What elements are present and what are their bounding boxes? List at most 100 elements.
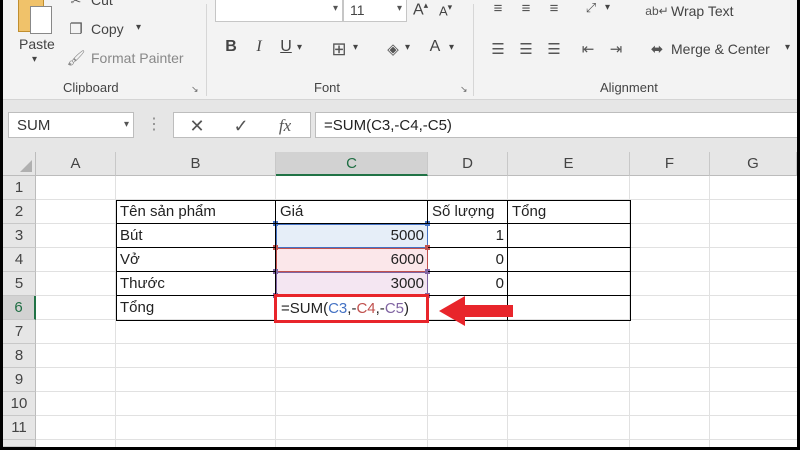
gridline xyxy=(36,343,797,344)
paste-button[interactable]: Paste xyxy=(19,36,55,52)
cut-icon[interactable]: ✂ xyxy=(67,0,85,8)
gridline xyxy=(36,415,797,416)
row-header-2[interactable]: 2 xyxy=(3,200,36,224)
italic-button[interactable]: I xyxy=(251,38,267,62)
clipboard-launcher-icon[interactable]: ↘ xyxy=(191,84,199,95)
cell-b2[interactable]: Tên sản phẩm xyxy=(116,200,276,224)
cell-b5[interactable]: Thước xyxy=(116,272,276,296)
cell-d3[interactable]: 1 xyxy=(428,224,508,248)
font-name-input[interactable]: ▾ xyxy=(215,0,343,22)
align-right-icon[interactable]: ☰ xyxy=(545,40,563,58)
copy-dropdown-icon[interactable]: ▾ xyxy=(136,22,141,33)
column-header-d[interactable]: D xyxy=(428,152,508,176)
chevron-down-icon: ▾ xyxy=(332,3,338,14)
enter-icon[interactable]: ✓ xyxy=(230,115,252,137)
wrap-text-icon[interactable]: ab↵ xyxy=(645,0,668,22)
align-left-icon[interactable]: ☰ xyxy=(489,40,507,58)
insert-function-icon[interactable]: fx xyxy=(274,115,296,137)
gridline xyxy=(36,439,797,440)
column-header-f[interactable]: F xyxy=(630,152,710,176)
row-header-4[interactable]: 4 xyxy=(3,248,36,272)
merge-center-button[interactable]: Merge & Center xyxy=(671,41,770,57)
formula-token: ,- xyxy=(375,300,385,317)
format-painter-icon[interactable]: 🖌 xyxy=(66,49,85,67)
paste-icon[interactable] xyxy=(18,0,52,34)
cell-c5[interactable]: 3000 xyxy=(276,272,428,296)
font-launcher-icon[interactable]: ↘ xyxy=(460,84,468,95)
cell-e2[interactable]: Tổng xyxy=(508,200,630,224)
borders-dropdown-icon[interactable]: ▾ xyxy=(353,42,358,53)
cell-d5[interactable]: 0 xyxy=(428,272,508,296)
cell-d2[interactable]: Số lượng xyxy=(428,200,508,224)
name-box-value: SUM xyxy=(17,117,51,134)
red-arrow-left-icon xyxy=(439,296,513,326)
cell-c2[interactable]: Giá xyxy=(276,200,428,224)
row-header-10[interactable]: 10 xyxy=(3,392,36,416)
formula-bar: SUM ▾ ⋮ ✕ ✓ fx =SUM(C3,-C4,-C5) xyxy=(3,100,797,152)
cancel-icon[interactable]: ✕ xyxy=(186,115,208,137)
clipboard-group-label: Clipboard xyxy=(63,80,119,95)
orientation-dropdown-icon[interactable]: ▾ xyxy=(605,2,610,13)
row-header-11[interactable]: 11 xyxy=(3,416,36,440)
cut-button[interactable]: Cut xyxy=(91,0,113,8)
cell-b4[interactable]: Vở xyxy=(116,248,276,272)
orientation-icon[interactable]: ⤢ xyxy=(581,0,601,16)
paste-dropdown-icon[interactable]: ▾ xyxy=(32,54,37,65)
formula-token: ) xyxy=(404,300,409,317)
align-middle-icon[interactable]: ≡ xyxy=(517,0,535,17)
active-cell-c6[interactable]: =SUM(C3,-C4,-C5) xyxy=(274,294,429,323)
row-header-6[interactable]: 6 xyxy=(3,296,36,320)
font-color-dropdown-icon[interactable]: ▾ xyxy=(449,42,454,53)
bold-button[interactable]: B xyxy=(223,38,239,62)
row-header-7[interactable]: 7 xyxy=(3,320,36,344)
excel-window: Paste ▾ ✂ Cut ❐ Copy ▾ 🖌 Format Painter … xyxy=(3,0,797,447)
format-painter-button[interactable]: Format Painter xyxy=(91,50,184,66)
column-header-c[interactable]: C xyxy=(276,152,428,176)
fill-color-icon[interactable]: ◈ xyxy=(383,39,403,59)
copy-icon[interactable]: ❐ xyxy=(67,20,85,38)
cell-c4[interactable]: 6000 xyxy=(276,248,428,272)
cell-d4[interactable]: 0 xyxy=(428,248,508,272)
column-header-b[interactable]: B xyxy=(116,152,276,176)
row-header-9[interactable]: 9 xyxy=(3,368,36,392)
increase-font-icon[interactable]: A▴ xyxy=(413,0,428,19)
align-top-icon[interactable]: ≡ xyxy=(489,0,507,17)
decrease-font-icon[interactable]: A▾ xyxy=(439,2,452,18)
ribbon: Paste ▾ ✂ Cut ❐ Copy ▾ 🖌 Format Painter … xyxy=(3,0,797,100)
name-box[interactable]: SUM ▾ xyxy=(8,112,134,138)
select-all-button[interactable] xyxy=(3,152,36,176)
column-header-e[interactable]: E xyxy=(508,152,630,176)
formula-ref-c3: C3 xyxy=(328,300,348,317)
merge-dropdown-icon[interactable]: ▾ xyxy=(785,42,790,53)
formula-token: =SUM( xyxy=(281,300,329,317)
copy-button[interactable]: Copy xyxy=(91,21,124,37)
cell-c6-formula: =SUM(C3,-C4,-C5) xyxy=(279,297,427,320)
font-size-input[interactable]: 11 ▾ xyxy=(343,0,407,22)
cell-b6[interactable]: Tổng xyxy=(116,296,276,320)
column-header-a[interactable]: A xyxy=(36,152,116,176)
font-group-label: Font xyxy=(314,80,341,95)
increase-indent-icon[interactable]: ⇥ xyxy=(607,40,625,58)
align-center-icon[interactable]: ☰ xyxy=(517,40,535,58)
underline-button[interactable]: U xyxy=(278,38,294,62)
wrap-text-button[interactable]: Wrap Text xyxy=(671,3,734,19)
underline-dropdown-icon[interactable]: ▾ xyxy=(297,42,302,53)
column-header-g[interactable]: G xyxy=(710,152,797,176)
font-color-button[interactable]: A xyxy=(427,38,443,62)
align-bottom-icon[interactable]: ≡ xyxy=(545,0,563,17)
row-header-3[interactable]: 3 xyxy=(3,224,36,248)
cell-border xyxy=(508,272,631,296)
merge-center-icon[interactable]: ⬌ xyxy=(647,40,667,58)
borders-icon[interactable]: ⊞ xyxy=(329,39,349,59)
cell-b3[interactable]: Bút xyxy=(116,224,276,248)
formula-input[interactable]: =SUM(C3,-C4,-C5) xyxy=(315,112,797,138)
row-header-5[interactable]: 5 xyxy=(3,272,36,296)
cell-c3[interactable]: 5000 xyxy=(276,224,428,248)
fill-dropdown-icon[interactable]: ▾ xyxy=(405,42,410,53)
row-header-12[interactable] xyxy=(3,440,36,447)
decrease-indent-icon[interactable]: ⇤ xyxy=(579,40,597,58)
group-separator xyxy=(206,4,207,96)
row-header-8[interactable]: 8 xyxy=(3,344,36,368)
chevron-down-icon: ▾ xyxy=(396,3,402,14)
row-header-1[interactable]: 1 xyxy=(3,176,36,200)
